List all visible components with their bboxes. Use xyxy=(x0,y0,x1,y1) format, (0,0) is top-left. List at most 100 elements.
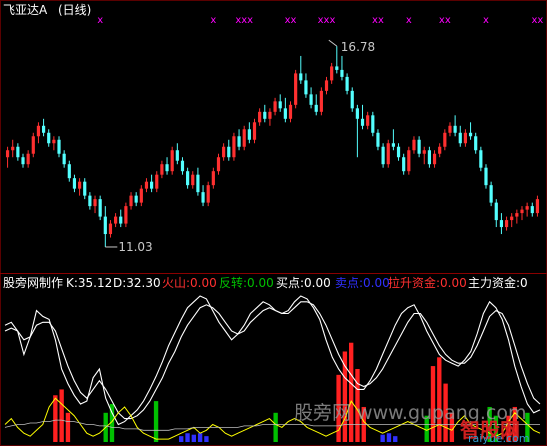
indicator-bar xyxy=(59,389,64,442)
candle-body xyxy=(57,139,61,154)
signal-marker: x xyxy=(406,15,412,26)
candle-body xyxy=(114,216,118,224)
candle-body xyxy=(21,157,25,165)
candle xyxy=(330,62,334,84)
candle-body xyxy=(288,104,293,119)
candle-body xyxy=(31,136,35,154)
candle xyxy=(402,153,406,175)
signal-marker: xx xyxy=(372,15,384,26)
low-price-label: 11.03 xyxy=(118,239,153,254)
candle-body xyxy=(93,199,97,207)
candle-body xyxy=(196,174,200,193)
candle xyxy=(62,150,66,168)
candle xyxy=(278,94,282,112)
candle-body xyxy=(438,146,442,154)
candle-body xyxy=(314,104,318,112)
candle-body xyxy=(407,150,411,172)
candle xyxy=(376,129,380,151)
candle-body xyxy=(278,101,282,109)
candle-body xyxy=(206,185,210,203)
candle-body xyxy=(150,181,154,189)
signal-marker: x xyxy=(97,15,103,26)
indicator-readout: 卖点:0.00 xyxy=(335,276,390,290)
candle-body xyxy=(510,216,514,221)
candle xyxy=(463,129,468,147)
candle xyxy=(72,174,77,193)
candle xyxy=(479,146,483,172)
candle-body xyxy=(376,132,380,147)
candle-body xyxy=(499,220,504,228)
high-price-label: 16.78 xyxy=(340,40,376,55)
candle-body xyxy=(335,66,339,70)
candle-body xyxy=(165,164,169,172)
candle-body xyxy=(443,132,447,147)
candle-body xyxy=(242,129,246,147)
candle xyxy=(427,146,431,168)
candle xyxy=(170,146,174,175)
candle xyxy=(263,104,267,123)
candle xyxy=(222,143,226,161)
candle xyxy=(186,167,190,189)
candle xyxy=(299,55,303,84)
indicator-readout: D:32.30 xyxy=(113,276,161,290)
candle xyxy=(448,122,452,137)
candle-body xyxy=(170,150,174,172)
candle-body xyxy=(448,125,452,133)
candle xyxy=(114,213,118,228)
candle xyxy=(139,185,143,207)
candle-body xyxy=(489,185,493,203)
signal-marker: x xyxy=(483,15,489,26)
indicator-bar xyxy=(348,342,354,442)
candle xyxy=(412,136,416,154)
candle-body xyxy=(427,150,431,165)
candle-body xyxy=(98,199,102,217)
candle xyxy=(232,132,236,161)
candle xyxy=(165,157,169,175)
candle-body xyxy=(283,108,287,119)
candle-body xyxy=(340,69,344,77)
candle xyxy=(31,132,35,158)
candle xyxy=(108,220,113,238)
candle-body xyxy=(222,146,226,158)
candle-body xyxy=(412,139,416,151)
candle-body xyxy=(386,143,390,165)
candle xyxy=(93,195,97,214)
candle xyxy=(67,160,71,182)
candle xyxy=(443,129,447,151)
candle xyxy=(381,143,385,168)
candle-body xyxy=(47,132,51,144)
candle xyxy=(77,178,82,196)
candle-body xyxy=(155,174,159,189)
candle xyxy=(252,118,257,144)
candle-body xyxy=(180,160,185,172)
candle xyxy=(371,111,375,137)
site-logo-subtitle: raiyue.com xyxy=(468,432,530,445)
candle-body xyxy=(88,195,92,207)
candle xyxy=(489,181,493,207)
signal-marker: xx xyxy=(439,15,451,26)
candle xyxy=(11,139,15,158)
candle-body xyxy=(299,73,303,81)
candle-body xyxy=(494,202,498,221)
candle xyxy=(119,209,123,228)
candle xyxy=(216,153,221,175)
candle-body xyxy=(263,111,267,119)
candle-body xyxy=(258,111,262,123)
candle xyxy=(16,143,20,161)
candle-body xyxy=(515,213,519,217)
candle-body xyxy=(417,139,421,154)
candle xyxy=(103,206,107,247)
candle xyxy=(391,129,395,151)
candle xyxy=(386,139,390,168)
candle xyxy=(494,199,498,228)
candle-body xyxy=(525,206,529,210)
candle xyxy=(525,202,529,217)
candle-body xyxy=(144,181,149,189)
high-pointer xyxy=(328,39,338,47)
candle-body xyxy=(227,146,231,158)
candle xyxy=(504,216,509,231)
candle-body xyxy=(26,153,30,165)
candle-body xyxy=(535,199,540,214)
candle-body xyxy=(77,181,82,189)
candle xyxy=(52,136,56,151)
